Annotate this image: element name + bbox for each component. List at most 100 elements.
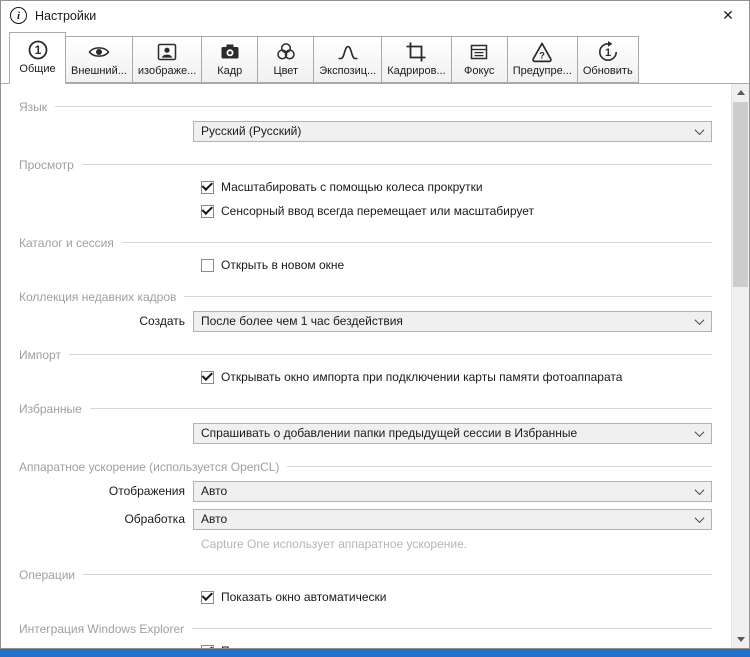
chevron-down-icon [694, 512, 705, 523]
scrollbar-track[interactable] [732, 101, 749, 631]
tab-appearance[interactable]: Внешний... [65, 36, 133, 83]
tab-crop[interactable]: Кадриров... [381, 36, 452, 83]
explorer-context-checkbox[interactable] [201, 644, 214, 648]
scrollbar[interactable] [731, 84, 749, 648]
info-icon: i [10, 7, 27, 24]
tab-label: Внешний... [71, 65, 127, 77]
content-area: Язык Русский (Русский) Просмотр Масштаби… [1, 84, 749, 648]
section-divider [121, 242, 712, 243]
tab-color[interactable]: Цвет [257, 36, 315, 83]
tab-warnings[interactable]: ? Предупре... [506, 36, 578, 83]
create-row: Создать После более чем 1 час бездействи… [1, 310, 731, 332]
tab-label: Общие [19, 63, 56, 75]
tab-update[interactable]: 1 Обновить [576, 36, 639, 83]
scrollbar-down-arrow[interactable] [732, 631, 749, 648]
svg-text:1: 1 [605, 47, 611, 59]
svg-text:?: ? [539, 50, 545, 61]
section-title: Аппаратное ускорение (используется OpenC… [19, 459, 280, 474]
select-value: Русский (Русский) [201, 124, 302, 138]
create-label: Создать [139, 314, 185, 328]
section-title: Просмотр [19, 157, 74, 172]
explorer-context-row: Показать элемент в контекстном меню папк… [1, 642, 731, 648]
image-icon [155, 38, 179, 65]
section-title: Избранные [19, 401, 82, 416]
section-header-catalog: Каталог и сессия [1, 235, 731, 250]
tab-image[interactable]: изображе... [131, 36, 203, 83]
section-header-recent-captures: Коллекция недавних кадров [1, 289, 731, 304]
section-divider [287, 466, 712, 467]
section-header-import: Импорт [1, 347, 731, 362]
chevron-down-icon [694, 314, 705, 325]
language-select[interactable]: Русский (Русский) [193, 120, 712, 142]
section-title: Язык [19, 99, 48, 114]
svg-text:1: 1 [34, 43, 41, 57]
focus-icon [467, 38, 491, 65]
crop-icon [404, 38, 428, 65]
scroll-zoom-row: Масштабировать с помощью колеса прокрутк… [1, 178, 731, 196]
tab-general[interactable]: 1 Общие [9, 32, 66, 84]
checkbox-label: Показать элемент в контекстном меню папк… [221, 644, 473, 648]
chevron-down-icon [694, 426, 705, 437]
show-window-auto-checkbox[interactable] [201, 590, 214, 604]
section-header-operations: Операции [1, 567, 731, 582]
camera-icon [218, 38, 242, 65]
checkbox-label: Масштабировать с помощью колеса прокрутк… [221, 180, 483, 194]
touch-input-checkbox[interactable] [201, 204, 214, 218]
show-window-auto-row: Показать окно автоматически [1, 588, 731, 606]
tab-label: Кадриров... [387, 65, 446, 77]
recent-captures-select[interactable]: После более чем 1 час бездействия [193, 310, 712, 332]
section-divider [55, 106, 712, 107]
preferences-window: i Настройки ✕ 1 Общие Внешний... изображ… [0, 0, 750, 649]
close-button[interactable]: ✕ [716, 7, 740, 24]
section-title: Операции [19, 567, 76, 582]
tab-label: Экспозиц... [319, 65, 377, 77]
curve-icon [336, 38, 360, 65]
section-title: Интеграция Windows Explorer [19, 621, 185, 636]
import-window-checkbox[interactable] [201, 370, 214, 384]
tab-capture[interactable]: Кадр [201, 36, 259, 83]
tab-label: Цвет [273, 65, 299, 77]
tabstrip: 1 Общие Внешний... изображе... Кадр Цвет… [1, 30, 749, 84]
tab-exposure[interactable]: Экспозиц... [313, 36, 383, 83]
section-divider [81, 164, 712, 165]
hardware-acceleration-note: Capture One использует аппаратное ускоре… [201, 537, 468, 551]
display-label: Отображения [108, 484, 185, 498]
section-header-favorites: Избранные [1, 401, 731, 416]
color-circles-icon [274, 38, 298, 65]
scrollbar-thumb[interactable] [733, 102, 748, 287]
checkbox-label: Показать окно автоматически [221, 590, 387, 604]
section-divider [68, 354, 712, 355]
section-divider [192, 628, 712, 629]
tab-label: Кадр [217, 65, 243, 77]
tab-focus[interactable]: Фокус [450, 36, 508, 83]
import-window-row: Открывать окно импорта при подключении к… [1, 368, 731, 386]
chevron-down-icon [694, 484, 705, 495]
scrollbar-up-arrow[interactable] [732, 84, 749, 101]
display-acceleration-select[interactable]: Авто [193, 480, 712, 502]
chevron-down-icon [694, 124, 705, 135]
favorites-select[interactable]: Спрашивать о добавлении папки предыдущей… [193, 422, 712, 444]
section-title: Импорт [19, 347, 61, 362]
checkbox-label: Сенсорный ввод всегда перемещает или мас… [221, 204, 535, 218]
touch-input-row: Сенсорный ввод всегда перемещает или мас… [1, 202, 731, 220]
tab-label: изображе... [137, 65, 197, 77]
taskbar-strip [0, 649, 750, 657]
open-new-window-checkbox[interactable] [201, 258, 214, 272]
section-title: Коллекция недавних кадров [19, 289, 177, 304]
update-icon: 1 [596, 38, 620, 65]
scroll-zoom-checkbox[interactable] [201, 180, 214, 194]
select-value: После более чем 1 час бездействия [201, 314, 403, 328]
section-divider [89, 408, 712, 409]
processing-acceleration-select[interactable]: Авто [193, 508, 712, 530]
section-header-hardware: Аппаратное ускорение (используется OpenC… [1, 459, 731, 474]
open-new-window-row: Открыть в новом окне [1, 256, 731, 274]
tab-label: Предупре... [512, 65, 572, 77]
processing-acceleration-row: Обработка Авто [1, 508, 731, 530]
settings-panel: Язык Русский (Русский) Просмотр Масштаби… [1, 84, 731, 648]
tab-label: Обновить [582, 65, 633, 77]
display-acceleration-row: Отображения Авто [1, 480, 731, 502]
section-divider [83, 574, 712, 575]
section-header-explorer: Интеграция Windows Explorer [1, 621, 731, 636]
language-row: Русский (Русский) [1, 120, 731, 142]
window-title: Настройки [35, 8, 97, 23]
